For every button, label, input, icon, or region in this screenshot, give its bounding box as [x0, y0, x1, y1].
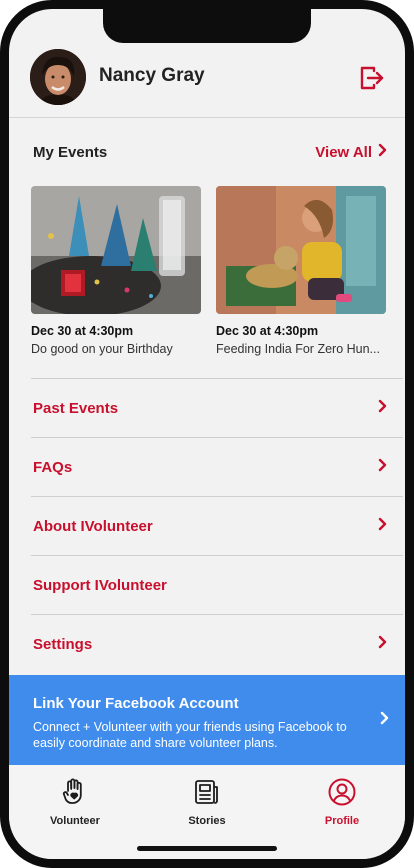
facebook-banner-title: Link Your Facebook Account: [33, 695, 239, 712]
menu-item-past-events[interactable]: Past Events: [31, 378, 403, 437]
event-title: Do good on your Birthday: [31, 342, 173, 356]
menu-item-label: About IVolunteer: [33, 517, 153, 535]
hand-heart-icon: [60, 777, 90, 807]
menu-item-support[interactable]: Support IVolunteer: [31, 555, 403, 614]
link-facebook-banner[interactable]: Link Your Facebook Account Connect + Vol…: [9, 675, 405, 765]
profile-header: Nancy Gray: [9, 45, 405, 119]
home-indicator: [137, 846, 277, 851]
view-all-link[interactable]: View All: [315, 143, 387, 161]
event-title: Feeding India For Zero Hun...: [216, 342, 380, 356]
tab-label: Volunteer: [50, 815, 100, 827]
my-events-title: My Events: [33, 144, 108, 161]
menu-item-label: Past Events: [33, 399, 119, 417]
menu-item-label: FAQs: [33, 458, 73, 476]
phone-frame: Nancy Gray My Events View All Dec 30 at …: [0, 0, 414, 868]
chevron-right-icon: [378, 517, 387, 536]
menu-item-faqs[interactable]: FAQs: [31, 437, 403, 496]
chevron-right-icon: [378, 399, 387, 418]
notch: [103, 9, 311, 43]
avatar[interactable]: [30, 49, 86, 105]
event-image-dog: [216, 186, 386, 314]
menu-item-label: Settings: [33, 635, 93, 653]
tab-label: Profile: [324, 815, 360, 827]
event-date: Dec 30 at 4:30pm: [31, 324, 134, 338]
tab-volunteer[interactable]: Volunteer: [25, 777, 125, 827]
profile-menu: Past Events FAQs About IVolunteer Suppor…: [31, 378, 403, 673]
chevron-right-icon: [380, 711, 389, 730]
view-all-label: View All: [315, 143, 372, 161]
tab-profile[interactable]: Profile: [292, 777, 392, 827]
event-date: Dec 30 at 4:30pm: [216, 324, 319, 338]
header-divider: [9, 117, 405, 118]
menu-item-about[interactable]: About IVolunteer: [31, 496, 403, 555]
newspaper-icon: [192, 777, 222, 807]
chevron-right-icon: [378, 458, 387, 477]
event-image-party: [31, 186, 201, 314]
tab-stories[interactable]: Stories: [157, 777, 257, 827]
chevron-right-icon: [378, 143, 387, 161]
tab-label: Stories: [188, 815, 226, 827]
user-circle-icon: [327, 777, 357, 807]
chevron-right-icon: [378, 635, 387, 654]
logout-icon[interactable]: [359, 65, 385, 91]
event-card-birthday[interactable]: Dec 30 at 4:30pm Do good on your Birthda…: [31, 186, 201, 356]
menu-item-settings[interactable]: Settings: [31, 614, 403, 673]
profile-name: Nancy Gray: [99, 65, 205, 86]
menu-item-label: Support IVolunteer: [33, 576, 167, 594]
event-card-feeding-india[interactable]: Dec 30 at 4:30pm Feeding India For Zero …: [216, 186, 386, 356]
facebook-banner-description: Connect + Volunteer with your friends us…: [33, 720, 347, 750]
